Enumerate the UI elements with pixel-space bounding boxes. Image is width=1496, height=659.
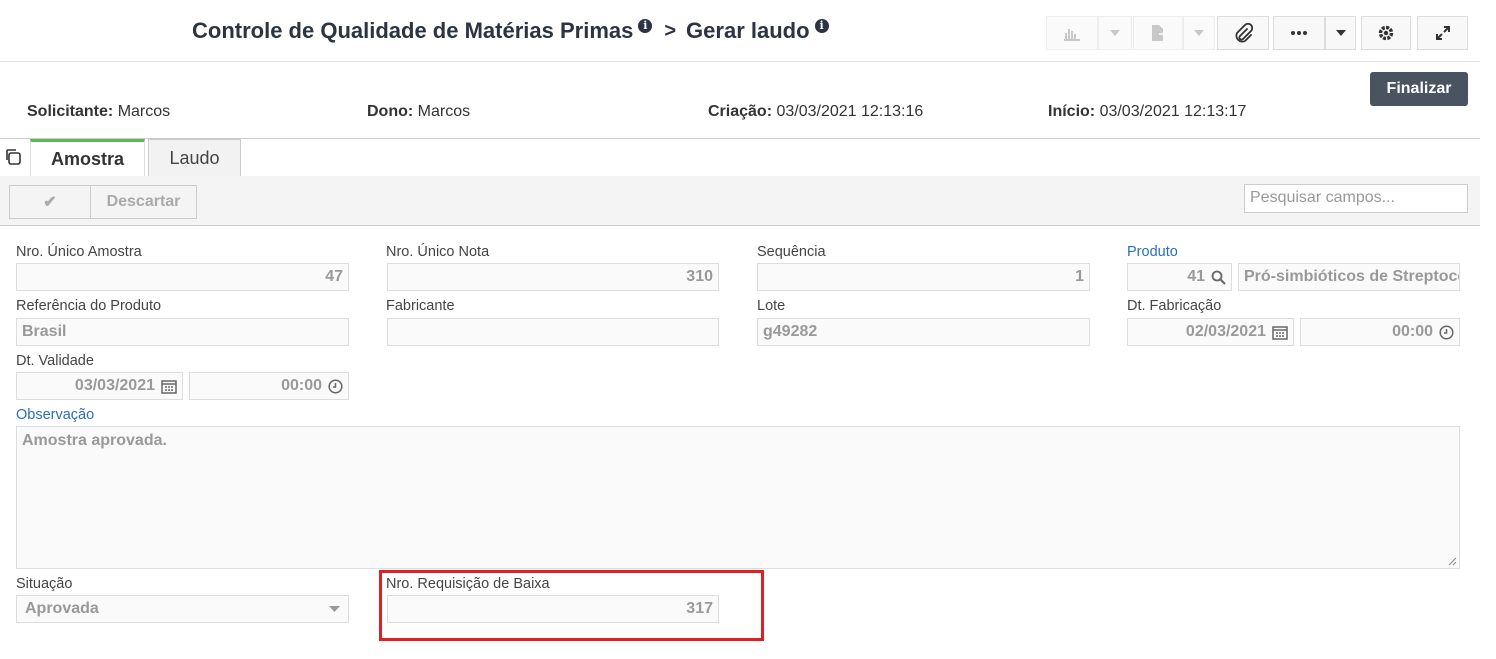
page-subtitle: Gerar laudo xyxy=(686,18,810,43)
label-dt-fabricacao: Dt. Fabricação xyxy=(1127,298,1222,314)
fabricante-field[interactable] xyxy=(387,318,719,346)
expand-button[interactable] xyxy=(1417,16,1468,50)
nro-unico-nota-field[interactable]: 310 xyxy=(387,263,719,291)
info-icon[interactable]: i xyxy=(814,19,829,33)
dt-validade-date-field[interactable]: 03/03/2021 xyxy=(16,372,183,400)
lote-field[interactable]: g49282 xyxy=(757,318,1090,346)
dt-fabricacao-date-field[interactable]: 02/03/2021 xyxy=(1127,318,1294,346)
check-icon: ✔ xyxy=(43,194,57,211)
export-dropdown-button xyxy=(1183,16,1215,50)
meta-inicio: Início: 03/03/2021 12:13:17 xyxy=(1048,103,1247,120)
info-icon[interactable]: i xyxy=(638,19,653,33)
export-button xyxy=(1133,16,1183,50)
situacao-select[interactable]: Aprovada xyxy=(16,595,349,623)
label-produto[interactable]: Produto xyxy=(1127,244,1178,260)
calendar-icon[interactable] xyxy=(1272,325,1288,340)
label-lote: Lote xyxy=(757,298,786,314)
expand-icon xyxy=(1435,26,1450,40)
label-situacao: Situação xyxy=(16,576,73,592)
file-export-icon xyxy=(1152,25,1166,41)
form-actions: ✔ Descartar xyxy=(9,185,197,219)
more-options-dropdown-button[interactable] xyxy=(1325,16,1356,50)
more-options-button[interactable] xyxy=(1273,16,1325,50)
caret-down-icon xyxy=(1194,30,1204,36)
sequencia-field[interactable]: 1 xyxy=(757,263,1090,291)
attachment-button[interactable] xyxy=(1217,16,1269,50)
page-title: Controle de Qualidade de Matérias Primas… xyxy=(192,18,829,44)
label-fabricante: Fabricante xyxy=(386,298,455,314)
tab-laudo[interactable]: Laudo xyxy=(148,139,241,176)
clock-icon[interactable] xyxy=(328,378,343,394)
settings-button[interactable] xyxy=(1361,16,1411,50)
chart-dropdown-button xyxy=(1098,16,1132,50)
caret-down-icon xyxy=(1335,30,1346,36)
caret-down-icon xyxy=(329,606,340,612)
meta-solicitante: Solicitante: Marcos xyxy=(27,103,171,120)
clock-icon[interactable] xyxy=(1439,324,1454,340)
dt-validade-time-field[interactable]: 00:00 xyxy=(189,372,349,400)
label-referencia-produto: Referência do Produto xyxy=(16,298,162,314)
resize-grip-icon[interactable] xyxy=(1447,556,1457,566)
observacao-textarea[interactable]: Amostra aprovada. xyxy=(16,426,1460,569)
finalize-button[interactable]: Finalizar xyxy=(1370,72,1468,106)
meta-criacao: Criação: 03/03/2021 12:13:16 xyxy=(708,103,924,120)
paperclip-icon xyxy=(1235,23,1253,43)
copy-icon[interactable] xyxy=(4,148,22,166)
gear-icon xyxy=(1378,25,1394,41)
tab-amostra[interactable]: Amostra xyxy=(30,139,145,176)
confirm-button[interactable]: ✔ xyxy=(10,186,91,218)
calendar-icon[interactable] xyxy=(161,379,177,394)
breadcrumb-separator: > xyxy=(664,19,677,42)
header-divider xyxy=(0,61,1480,62)
bar-chart-icon xyxy=(1064,29,1080,41)
highlight-box xyxy=(379,570,764,641)
discard-button[interactable]: Descartar xyxy=(91,186,196,218)
dt-fabricacao-time-field[interactable]: 00:00 xyxy=(1300,318,1460,346)
label-nro-unico-amostra: Nro. Único Amostra xyxy=(16,244,142,260)
meta-dono: Dono: Marcos xyxy=(367,103,471,120)
search-icon[interactable] xyxy=(1211,270,1226,285)
nro-unico-amostra-field[interactable]: 47 xyxy=(16,263,349,291)
produto-name-field[interactable]: Pró-simbióticos de Streptococcus xyxy=(1238,263,1460,291)
label-nro-unico-nota: Nro. Único Nota xyxy=(386,244,490,260)
referencia-produto-field[interactable]: Brasil xyxy=(16,318,349,346)
label-sequencia: Sequência xyxy=(757,244,826,260)
search-fields-input[interactable]: Pesquisar campos... xyxy=(1244,184,1468,213)
caret-down-icon xyxy=(1110,30,1120,36)
ellipsis-icon xyxy=(1291,31,1307,35)
label-dt-validade: Dt. Validade xyxy=(16,353,94,369)
produto-code-field[interactable]: 41 xyxy=(1127,263,1232,291)
chart-button xyxy=(1046,16,1098,50)
label-observacao[interactable]: Observação xyxy=(16,407,94,423)
page-title-main: Controle de Qualidade de Matérias Primas xyxy=(192,18,634,43)
